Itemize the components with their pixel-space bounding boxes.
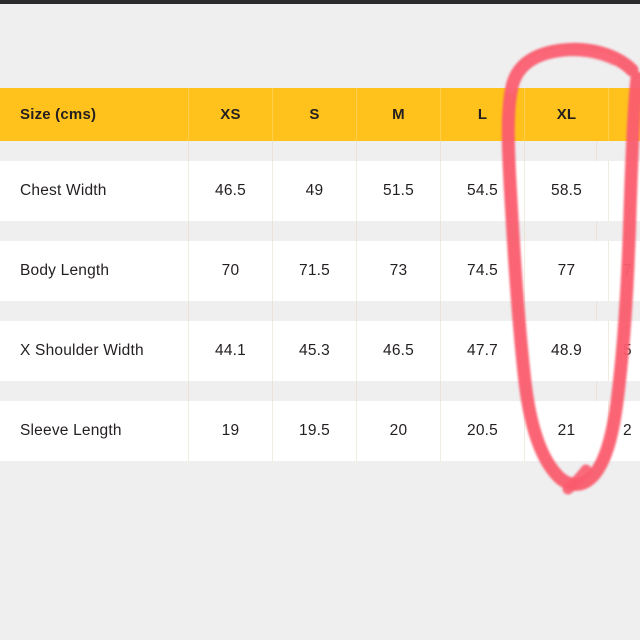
cell-x-shoulder-width-s: 45.3 [272,321,356,381]
column-divider-tick [356,381,357,401]
cell-body-length-s: 71.5 [272,241,356,301]
header-cell-clipped [608,88,640,141]
cell-sleeve-length-xl: 21 [524,401,608,461]
column-divider-tick [440,381,441,401]
cell-sleeve-length-clipped: 2 [608,401,640,461]
column-divider-tick [272,301,273,321]
row-gap [0,221,640,241]
cell-body-length-clipped: 7 [608,241,640,301]
column-divider-tick [524,381,525,401]
cell-body-length-xs: 70 [188,241,272,301]
row-gap [0,141,640,161]
row-gap [0,301,640,321]
cell-chest-width-xl: 58.5 [524,161,608,221]
column-divider-tick [440,141,441,161]
cell-sleeve-length-s: 19.5 [272,401,356,461]
column-divider-tick [188,301,189,321]
column-divider-tick [596,301,597,321]
row-label-sleeve-length: Sleeve Length [20,422,122,439]
header-cell-xl: XL [524,88,608,141]
table-row: Chest Width 46.5 49 51.5 54.5 58.5 [0,161,640,221]
cell-chest-width-clipped [608,161,640,221]
column-divider-tick [188,141,189,161]
row-gap [0,381,640,401]
cell-chest-width-xs: 46.5 [188,161,272,221]
cell-x-shoulder-width-xl: 48.9 [524,321,608,381]
column-divider-tick [272,381,273,401]
column-divider-tick [356,301,357,321]
header-cell-size-label: Size (cms) [20,106,97,123]
header-cell-l: L [440,88,524,141]
cell-chest-width-m: 51.5 [356,161,440,221]
cell-x-shoulder-width-m: 46.5 [356,321,440,381]
table-row: X Shoulder Width 44.1 45.3 46.5 47.7 48.… [0,321,640,381]
table-row: Sleeve Length 19 19.5 20 20.5 21 2 [0,401,640,461]
column-divider-tick [524,301,525,321]
top-status-strip [0,0,640,4]
column-divider-tick [356,221,357,241]
column-divider-tick [440,301,441,321]
column-divider-tick [272,221,273,241]
column-divider-tick [188,381,189,401]
size-chart-table: Size (cms) XS S M L XL Chest Width 46.5 … [0,88,640,461]
column-divider-tick [596,381,597,401]
table-row: Body Length 70 71.5 73 74.5 77 7 [0,241,640,301]
row-label-x-shoulder-width: X Shoulder Width [20,342,144,359]
row-label-body-length: Body Length [20,262,110,279]
column-divider-tick [440,221,441,241]
header-cell-s: S [272,88,356,141]
row-label-chest-width: Chest Width [20,182,107,199]
table-header-row: Size (cms) XS S M L XL [0,88,640,141]
cell-body-length-xl: 77 [524,241,608,301]
column-divider-tick [524,221,525,241]
cell-sleeve-length-l: 20.5 [440,401,524,461]
header-cell-m: M [356,88,440,141]
column-divider-tick [188,221,189,241]
column-divider-tick [356,141,357,161]
cell-sleeve-length-m: 20 [356,401,440,461]
cell-body-length-l: 74.5 [440,241,524,301]
cell-chest-width-l: 54.5 [440,161,524,221]
cell-sleeve-length-xs: 19 [188,401,272,461]
cell-x-shoulder-width-clipped: 5 [608,321,640,381]
cell-body-length-m: 73 [356,241,440,301]
column-divider-tick [596,141,597,161]
cell-x-shoulder-width-l: 47.7 [440,321,524,381]
column-divider-tick [272,141,273,161]
cell-chest-width-s: 49 [272,161,356,221]
column-divider-tick [596,221,597,241]
header-cell-xs: XS [188,88,272,141]
cell-x-shoulder-width-xs: 44.1 [188,321,272,381]
column-divider-tick [524,141,525,161]
